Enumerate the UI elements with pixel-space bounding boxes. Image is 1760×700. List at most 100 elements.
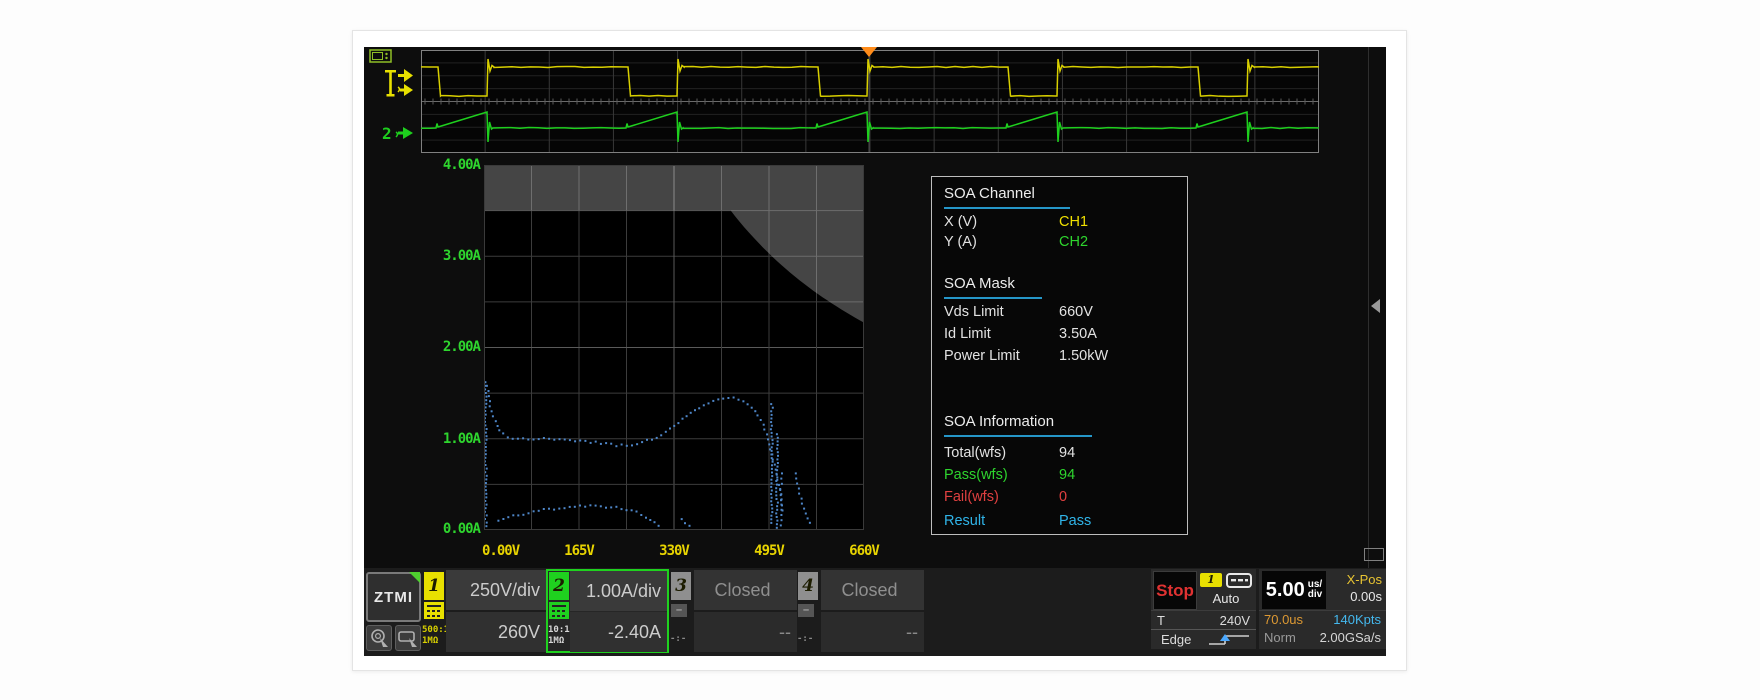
soa-xy-plot [484, 165, 864, 530]
timebase-unit-bot: div [1308, 589, 1322, 600]
row-value: 94 [1059, 445, 1075, 461]
soa-row: Power Limit 1.50kW [932, 348, 1187, 368]
channel4-probe: -:- [797, 634, 823, 644]
soa-row: X (V) CH1 [932, 214, 1187, 234]
soa-information-heading: SOA Information [944, 413, 1054, 430]
x-axis-label: 0.00V [482, 543, 519, 558]
touch-gesture-button[interactable] [366, 625, 392, 651]
trigger-level-label: T [1157, 611, 1165, 630]
channel1-probe-impedance: 1MΩ [422, 636, 448, 646]
timebase-scale[interactable]: 5.00 us/ div [1262, 571, 1326, 609]
row-label: Pass(wfs) [944, 467, 1008, 483]
row-label: X (V) [944, 214, 977, 230]
page: 2 4.00A 3.00A 2.00A 1.00A 0.00A 0.00V 16… [0, 0, 1760, 700]
channel4-state[interactable]: Closed [821, 570, 924, 610]
channel2-badge[interactable]: 2 [549, 572, 569, 600]
x-axis-label: 165V [549, 543, 609, 558]
pointer-icon [396, 626, 420, 650]
trigger-level-marker [385, 69, 413, 97]
channel1-probe-ratio: 500:1 [422, 625, 448, 635]
channel3-coupling-icon: – [671, 604, 687, 617]
x-axis-label: 495V [739, 543, 799, 558]
y-axis-label: 4.00A [404, 157, 480, 173]
waveform-strip [421, 50, 1319, 153]
trigger-level-value[interactable]: 240V [1220, 611, 1250, 630]
channel2-coupling-icon [549, 602, 569, 619]
sidebar-divider [1368, 47, 1369, 656]
channel1-scale[interactable]: 250V/div [446, 570, 546, 610]
row-value: 0 [1059, 489, 1067, 505]
touch-icon [367, 626, 391, 650]
soa-row: Id Limit 3.50A [932, 326, 1187, 346]
row-value: CH1 [1059, 214, 1088, 230]
capture-window: 70.0us [1264, 611, 1303, 629]
soa-row: Total(wfs) 94 [932, 445, 1187, 465]
x-axis-label: 660V [834, 543, 894, 558]
soa-panel: SOA Channel X (V) CH1 Y (A) CH2 SOA Mask… [931, 176, 1188, 535]
channel1-coupling-icon [424, 602, 444, 619]
y-axis-label: 0.00A [404, 521, 480, 537]
status-bar: ZTMI 1 500:1 1MΩ 250V/div 260 [364, 568, 1386, 656]
x-axis-label: 330V [644, 543, 704, 558]
xpos-value[interactable]: 0.00s [1328, 589, 1382, 604]
memory-depth: 140Kpts [1333, 611, 1381, 629]
trigger-block[interactable]: Stop 1 Auto T 240V Edge [1151, 569, 1256, 649]
channel3-offset: -- [694, 612, 797, 652]
channel2-position-marker: 2 [382, 124, 413, 143]
soa-row: Y (A) CH2 [932, 234, 1187, 254]
trigger-coupling-icon [1226, 573, 1252, 588]
y-axis-label: 3.00A [404, 248, 480, 264]
soa-row: Result Pass [932, 513, 1187, 533]
row-label: Id Limit [944, 326, 991, 342]
screenshot-card: 2 4.00A 3.00A 2.00A 1.00A 0.00A 0.00V 16… [352, 30, 1407, 671]
channel4-offset: -- [821, 612, 924, 652]
soa-mask-heading: SOA Mask [944, 275, 1015, 292]
pointer-mode-button[interactable] [395, 625, 421, 651]
sidebar-handle[interactable] [1364, 548, 1384, 561]
row-label: Result [944, 513, 985, 529]
sample-rate: 2.00GSa/s [1320, 629, 1381, 647]
trigger-type[interactable]: Edge [1161, 631, 1191, 648]
row-value: 3.50A [1059, 326, 1097, 342]
scope-logo-icon [369, 48, 393, 64]
sidebar-collapse-arrow-icon[interactable] [1371, 299, 1380, 313]
channel4-coupling-icon: – [798, 604, 814, 617]
channel3-probe: -:- [670, 634, 696, 644]
soa-row: Pass(wfs) 94 [932, 467, 1187, 487]
channel-markers[interactable]: 2 [382, 65, 422, 147]
rising-edge-icon [1207, 633, 1251, 647]
row-label: Power Limit [944, 348, 1020, 364]
channel4-badge[interactable]: 4 [798, 572, 818, 600]
svg-text:2: 2 [382, 124, 392, 143]
row-label: Y (A) [944, 234, 977, 250]
row-value: Pass [1059, 513, 1091, 529]
soa-row: Vds Limit 660V [932, 304, 1187, 324]
channel1-offset[interactable]: 260V [446, 612, 546, 652]
heading-underline [944, 207, 1070, 209]
row-value: 660V [1059, 304, 1093, 320]
xpos-label: X-Pos [1328, 572, 1382, 587]
channel2-block-selected[interactable]: 2 10:1 1MΩ 1.00A/div -2.40A [546, 569, 669, 653]
row-value: 94 [1059, 467, 1075, 483]
timebase-block[interactable]: 5.00 us/ div X-Pos 0.00s 70.0us 140Kpts … [1259, 569, 1386, 649]
row-label: Fail(wfs) [944, 489, 999, 505]
heading-underline [944, 297, 1042, 299]
channel2-scale[interactable]: 1.00A/div [570, 571, 667, 611]
row-label: Vds Limit [944, 304, 1004, 320]
trigger-position-marker[interactable] [861, 47, 877, 57]
channel3-badge[interactable]: 3 [671, 572, 691, 600]
y-axis-label: 2.00A [404, 339, 480, 355]
acquisition-mode: Norm [1264, 629, 1296, 647]
trigger-mode[interactable]: Auto [1200, 591, 1252, 606]
channel3-state[interactable]: Closed [694, 570, 797, 610]
row-label: Total(wfs) [944, 445, 1006, 461]
acquisition-status[interactable]: Stop [1153, 571, 1197, 610]
heading-underline [944, 435, 1092, 437]
timebase-value: 5.00 [1266, 579, 1305, 602]
channel1-badge[interactable]: 1 [424, 572, 444, 600]
soa-channel-heading: SOA Channel [944, 185, 1035, 202]
trigger-source-badge[interactable]: 1 [1200, 573, 1222, 587]
channel2-offset[interactable]: -2.40A [570, 612, 667, 652]
soa-row: Fail(wfs) 0 [932, 489, 1187, 509]
y-axis-label: 1.00A [404, 431, 480, 447]
